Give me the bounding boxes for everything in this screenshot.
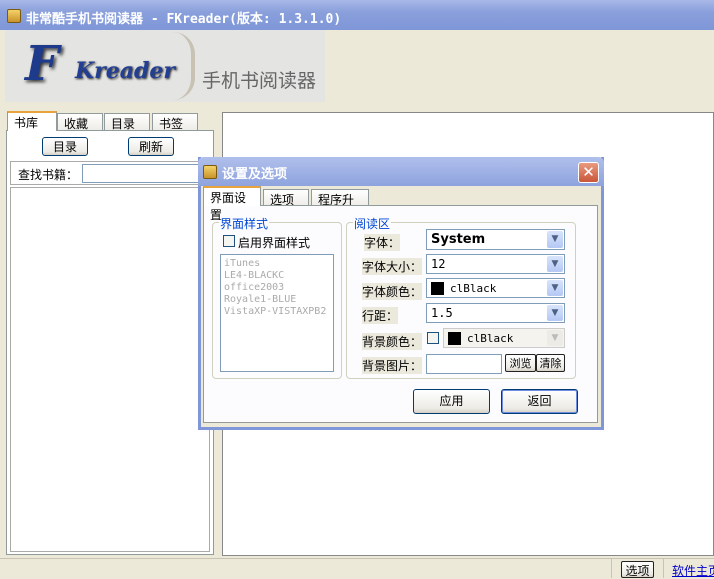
search-input[interactable] (82, 164, 208, 183)
line-spacing-select[interactable]: 1.5 ▼ (426, 303, 565, 323)
tab-favorites[interactable]: 收藏 (57, 113, 103, 131)
skin-item[interactable]: office2003 (224, 282, 330, 294)
chevron-down-icon[interactable]: ▼ (547, 231, 563, 248)
book-list[interactable] (10, 187, 210, 552)
bg-color-value: clBlack (467, 332, 514, 345)
window-title-bar: 非常酷手机书阅读器 - FKreader(版本: 1.3.1.0) (0, 0, 714, 30)
color-swatch (448, 332, 461, 345)
logo-wordmark: Kreader (75, 58, 175, 84)
clear-button[interactable]: 清除 (536, 354, 565, 372)
enable-style-checkbox[interactable] (223, 235, 235, 247)
reading-group-title: 阅读区 (353, 215, 392, 232)
window-title: 非常酷手机书阅读器 - FKreader(版本: 1.3.1.0) (26, 12, 342, 27)
tab-contents[interactable]: 目录 (104, 113, 150, 131)
font-size-label: 字体大小： (362, 258, 423, 275)
line-spacing-label: 行距： (362, 307, 399, 324)
back-button[interactable]: 返回 (501, 389, 578, 414)
status-bar (0, 558, 714, 578)
font-value: System (431, 232, 486, 247)
enable-style-label: 启用界面样式 (238, 236, 311, 250)
tab-interface-settings[interactable]: 界面设置 (203, 186, 261, 222)
homepage-link[interactable]: 软件主页 (672, 562, 714, 579)
skin-item[interactable]: VistaXP-VISTAXPB2 (224, 306, 330, 318)
search-label: 查找书籍： (18, 168, 79, 182)
catalog-button[interactable]: 目录 (42, 137, 88, 156)
font-size-select[interactable]: 12 ▼ (426, 254, 565, 274)
logo-banner: F Kreader 手机书阅读器 (5, 30, 325, 102)
skin-item[interactable]: iTunes (224, 258, 330, 270)
chevron-down-icon[interactable]: ▼ (547, 280, 563, 296)
logo-tagline: 手机书阅读器 (202, 70, 317, 92)
skin-item[interactable]: LE4-BLACKC (224, 270, 330, 282)
browse-button[interactable]: 浏览 (505, 354, 536, 372)
options-button[interactable]: 选项 (621, 561, 654, 578)
tab-bookmarks[interactable]: 书签 (152, 113, 198, 131)
skin-list[interactable]: iTunes LE4-BLACKC office2003 Royale1-BLU… (220, 254, 334, 372)
style-group-title: 界面样式 (219, 215, 270, 232)
dialog-title-bar: 设置及选项 (198, 157, 604, 186)
chevron-down-icon[interactable]: ▼ (547, 330, 563, 346)
font-color-value: clBlack (450, 282, 497, 295)
close-icon[interactable]: ✕ (578, 162, 599, 183)
app-icon (7, 9, 21, 23)
bg-color-select[interactable]: clBlack ▼ (443, 328, 565, 348)
bg-image-label: 背景图片： (362, 357, 423, 374)
logo-swoosh (173, 32, 195, 100)
bg-color-checkbox[interactable] (427, 332, 439, 344)
font-color-select[interactable]: clBlack ▼ (426, 278, 565, 298)
dialog-icon (203, 165, 217, 179)
font-select[interactable]: System ▼ (426, 229, 565, 250)
bg-color-label: 背景颜色： (362, 333, 423, 350)
refresh-button[interactable]: 刷新 (128, 137, 174, 156)
font-size-value: 12 (431, 257, 446, 271)
status-divider (663, 559, 664, 578)
line-spacing-value: 1.5 (431, 306, 453, 320)
apply-button[interactable]: 应用 (413, 389, 490, 414)
chevron-down-icon[interactable]: ▼ (547, 305, 563, 321)
status-divider (611, 559, 612, 578)
dialog-title: 设置及选项 (222, 167, 288, 182)
tab-library[interactable]: 书库 (7, 111, 57, 131)
font-label: 字体： (364, 234, 401, 251)
chevron-down-icon[interactable]: ▼ (547, 256, 563, 272)
skin-item[interactable]: Royale1-BLUE (224, 294, 330, 306)
bg-image-input[interactable] (426, 354, 502, 374)
font-color-label: 字体颜色： (362, 283, 423, 300)
color-swatch (431, 282, 444, 295)
logo-letter: F (25, 36, 60, 92)
